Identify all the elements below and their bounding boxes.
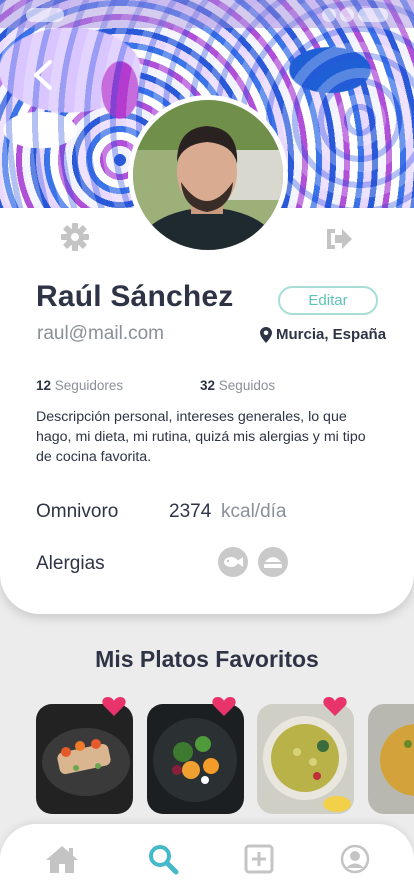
settings-button[interactable]: [60, 222, 90, 252]
followers-stat[interactable]: 12 Seguidores: [36, 378, 123, 393]
nav-add[interactable]: [241, 842, 277, 876]
diet-type: Omnivoro: [36, 501, 119, 522]
logout-icon: [327, 229, 352, 249]
status-signal-icon: [322, 8, 336, 22]
dish-photo: [36, 704, 133, 814]
edit-profile-button[interactable]: Editar: [278, 286, 378, 315]
followers-label: Seguidores: [54, 378, 124, 393]
favorite-heart-icon[interactable]: [102, 696, 126, 716]
following-label: Seguidos: [218, 378, 276, 393]
kcal-value: 2374: [169, 501, 212, 522]
profile-email: raul@mail.com: [37, 323, 164, 344]
profile-description: Descripción personal, intereses generale…: [36, 409, 366, 465]
chevron-left-icon: [34, 60, 52, 90]
status-battery-icon: [358, 8, 388, 22]
profile-location: Murcia, España: [260, 326, 386, 343]
avatar[interactable]: [128, 95, 288, 255]
following-count: 32: [200, 378, 216, 393]
favorite-heart-icon[interactable]: [323, 696, 347, 716]
status-wifi-icon: [340, 8, 354, 22]
dish-card-4[interactable]: [368, 704, 414, 814]
location-text: Murcia, España: [276, 326, 387, 343]
dish-photo: [257, 704, 354, 814]
search-icon: [149, 845, 179, 875]
dish-card-2[interactable]: [147, 704, 244, 814]
dish-photo: [368, 704, 414, 814]
dairy-icon: [258, 547, 288, 577]
profile-icon: [340, 844, 370, 874]
fish-icon: [218, 547, 248, 577]
gear-icon: [61, 223, 89, 251]
nav-search[interactable]: [145, 842, 181, 876]
dish-photo: [147, 704, 244, 814]
avatar-photo: [133, 100, 283, 250]
following-stat[interactable]: 32 Seguidos: [200, 378, 275, 393]
back-button[interactable]: [28, 58, 58, 92]
dish-card-3[interactable]: [257, 704, 354, 814]
favorite-heart-icon[interactable]: [212, 696, 236, 716]
logout-button[interactable]: [324, 226, 354, 252]
nav-home[interactable]: [44, 842, 80, 876]
add-icon: [244, 844, 274, 874]
profile-name: Raúl Sánchez: [36, 280, 234, 313]
nav-profile[interactable]: [337, 842, 373, 876]
bottom-navigation: [0, 824, 414, 896]
status-time-placeholder: [26, 8, 64, 22]
status-bar: [0, 6, 414, 24]
allergies-label: Alergias: [36, 553, 105, 574]
location-pin-icon: [260, 326, 272, 343]
favorites-title: Mis Platos Favoritos: [95, 646, 319, 672]
kcal-unit: kcal/día: [221, 501, 287, 522]
home-icon: [46, 846, 78, 873]
dish-card-1[interactable]: [36, 704, 133, 814]
followers-count: 12: [36, 378, 52, 393]
